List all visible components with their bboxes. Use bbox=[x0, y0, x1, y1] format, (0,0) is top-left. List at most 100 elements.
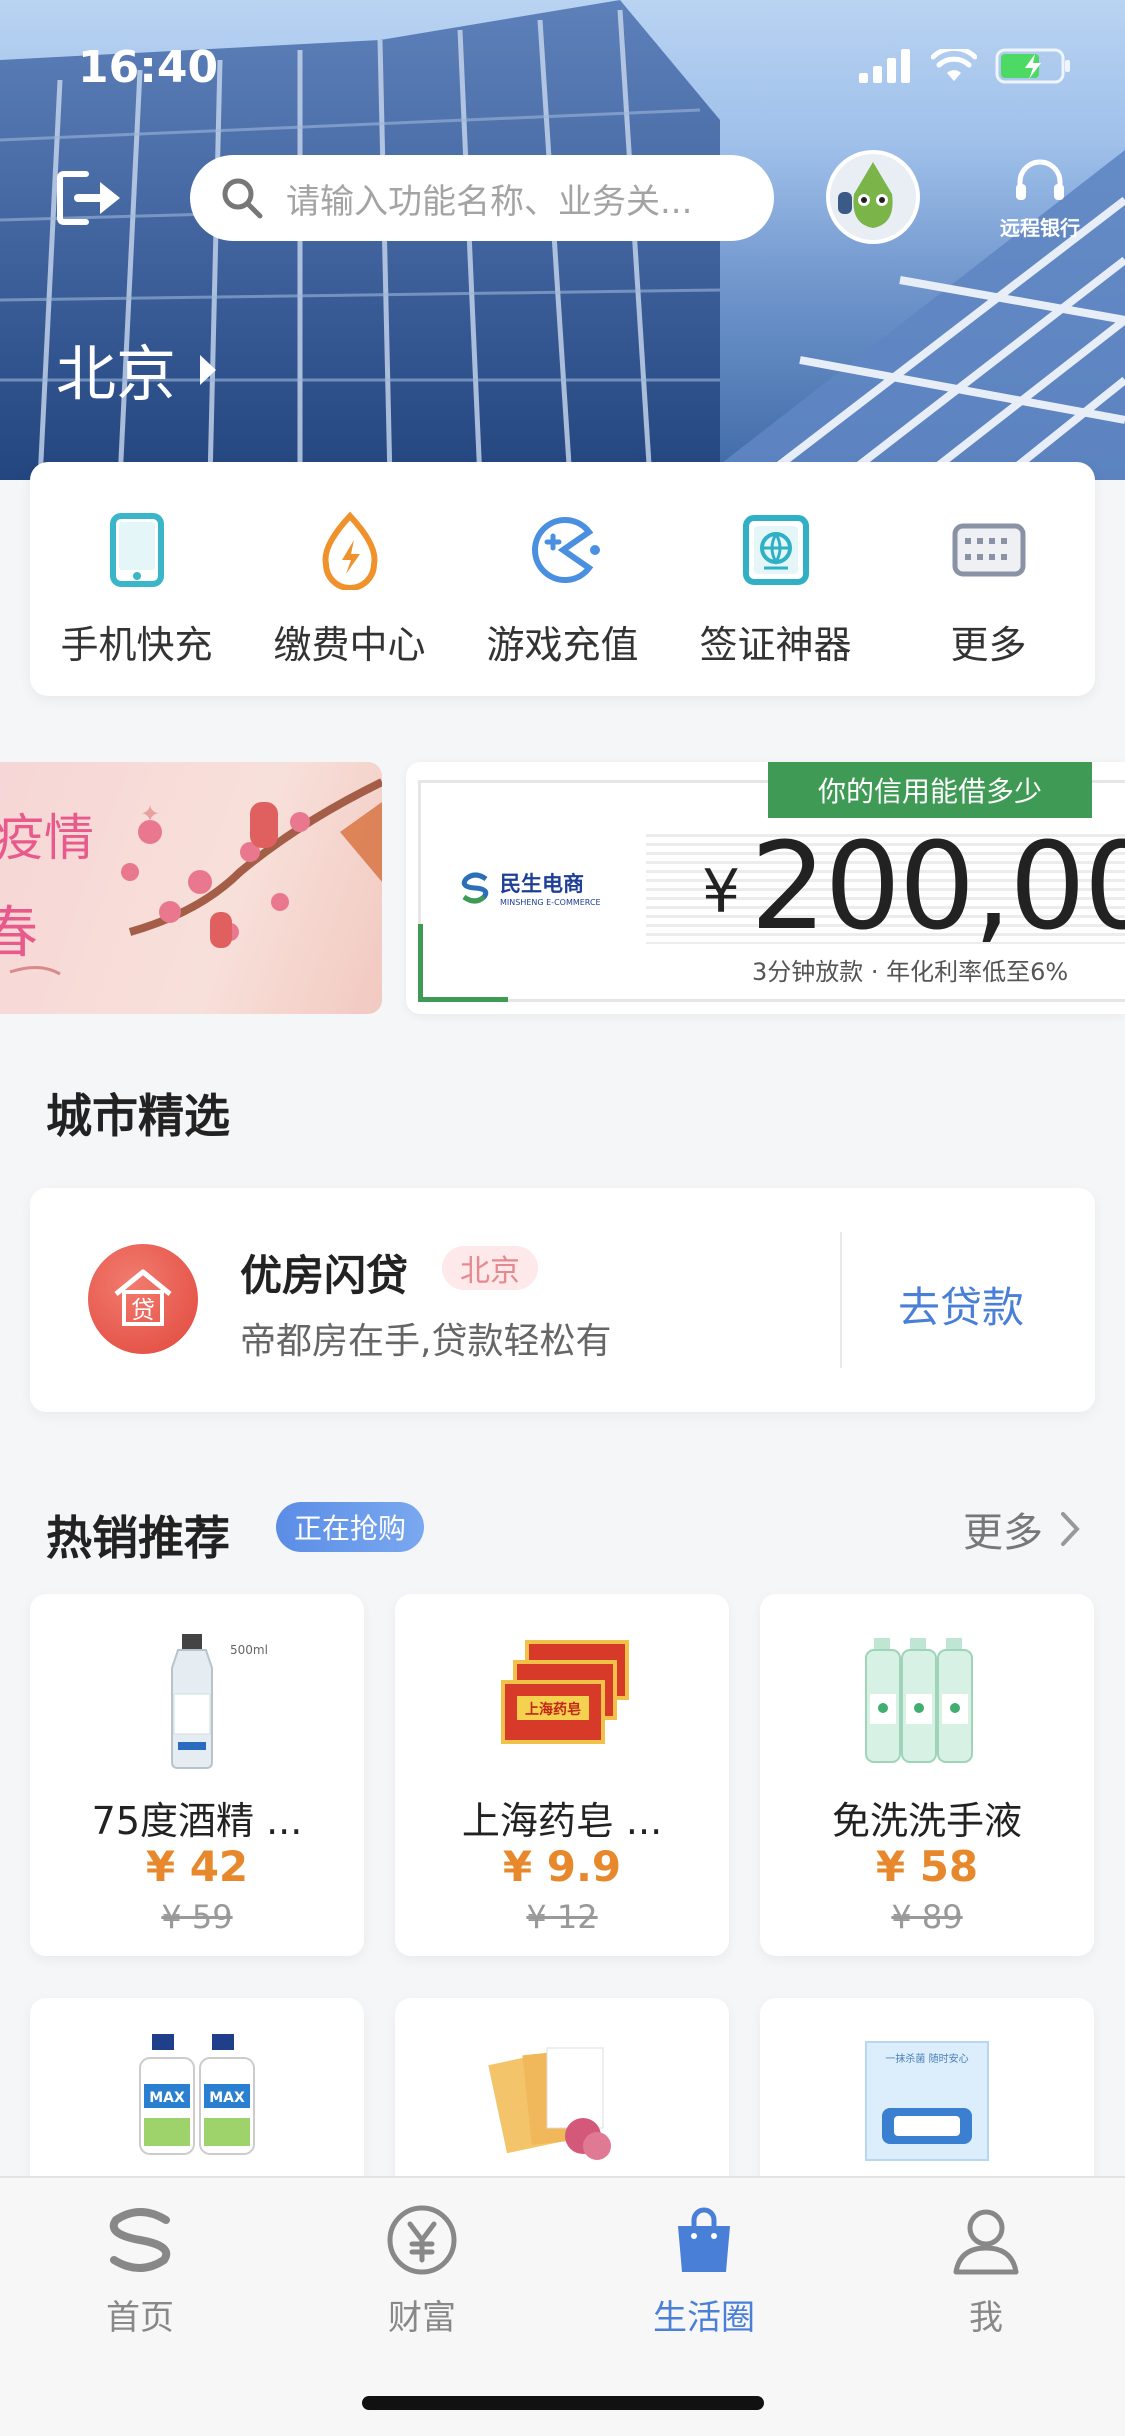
loan-icon: 贷 bbox=[88, 1244, 198, 1354]
product-card[interactable]: MAX MAX bbox=[30, 1998, 364, 2198]
tab-label: 首页 bbox=[106, 2298, 174, 2338]
section-title-city: 城市精选 bbox=[46, 1089, 230, 1143]
tab-label: 我 bbox=[969, 2298, 1003, 2338]
detergent-image: MAX MAX bbox=[139, 2034, 255, 2155]
house-loan-icon: 贷 bbox=[114, 1269, 172, 1326]
tab-me[interactable]: 我 bbox=[886, 2200, 1086, 2339]
flame-bolt-icon bbox=[322, 511, 377, 590]
quick-menu: 手机快充 缴费中心 游戏充值 签证神器 更多 bbox=[30, 462, 1095, 696]
game-icon bbox=[531, 517, 600, 583]
alcohol-bottle-image: 500ml bbox=[171, 1634, 268, 1769]
city-name: 北京 bbox=[56, 340, 176, 410]
hand-sanitizer-image bbox=[865, 1638, 973, 1763]
product-name: 75度酒精 ... bbox=[91, 1799, 303, 1843]
tab-home[interactable]: 首页 bbox=[40, 2200, 240, 2339]
brand-subname: MINSHENG E-COMMERCE bbox=[500, 898, 601, 907]
go-loan-button[interactable]: 去贷款 bbox=[898, 1274, 1024, 1335]
loan-amount: ¥200,000 bbox=[702, 818, 1125, 957]
loan-card[interactable]: 贷 优房闪贷 北京 帝都房在手,贷款轻松有 去贷款 bbox=[30, 1188, 1095, 1412]
remote-bank-label: 远程银行 bbox=[1000, 216, 1080, 240]
product-old-price: ¥ 89 bbox=[891, 1898, 963, 1936]
logout-icon[interactable] bbox=[56, 168, 128, 228]
keyboard-icon bbox=[952, 523, 1025, 577]
svg-text:上海药皂: 上海药皂 bbox=[525, 1701, 581, 1718]
home-indicator[interactable] bbox=[362, 2396, 764, 2410]
quick-item-game-recharge[interactable]: 游戏充值 bbox=[456, 462, 669, 696]
product-card[interactable]: 一抹杀菌 随时安心 bbox=[760, 1998, 1094, 2198]
divider bbox=[840, 1232, 842, 1368]
banner-tag: 你的信用能借多少 bbox=[768, 762, 1092, 818]
banner-corner bbox=[418, 924, 508, 1002]
home-logo-icon bbox=[109, 2208, 171, 2272]
banner-epidemic[interactable]: 疫情 春 ✦ bbox=[0, 762, 382, 1014]
tab-wealth[interactable]: 财富 bbox=[322, 2200, 522, 2339]
user-icon bbox=[953, 2209, 1019, 2275]
quick-item-phone-recharge[interactable]: 手机快充 bbox=[30, 462, 243, 696]
quick-item-label: 手机快充 bbox=[60, 623, 213, 667]
search-placeholder: 请输入功能名称、业务关... bbox=[286, 181, 693, 222]
product-old-price: ¥ 59 bbox=[161, 1898, 233, 1936]
city-selector[interactable]: 北京 bbox=[56, 326, 218, 413]
yuan-icon bbox=[387, 2205, 457, 2275]
status-icons bbox=[859, 48, 1073, 84]
product-price: ¥ 58 bbox=[875, 1842, 979, 1891]
quick-item-more[interactable]: 更多 bbox=[882, 462, 1095, 696]
product-price: ¥ 9.9 bbox=[502, 1842, 622, 1891]
battery-charging-icon bbox=[995, 48, 1070, 84]
mascot-avatar-icon bbox=[838, 162, 893, 228]
svg-text:MAX: MAX bbox=[209, 2090, 245, 2106]
tab-label: 财富 bbox=[388, 2298, 456, 2338]
amount-value: 200,000 bbox=[750, 818, 1125, 957]
loan-title: 优房闪贷 bbox=[240, 1251, 409, 1300]
product-old-price: ¥ 12 bbox=[526, 1898, 598, 1936]
svg-text:MAX: MAX bbox=[149, 2090, 185, 2106]
product-card[interactable]: 免洗洗手液 ¥ 58 ¥ 89 bbox=[760, 1594, 1094, 1956]
avatar[interactable] bbox=[826, 150, 920, 244]
product-name: 上海药皂 ... bbox=[461, 1799, 663, 1843]
banner-subtitle: 3分钟放款 · 年化利率低至6% bbox=[752, 958, 1069, 986]
quick-item-label: 缴费中心 bbox=[273, 623, 426, 667]
banner-credit-loan[interactable]: 你的信用能借多少 民生电商 MINSHENG E-COMMERCE ¥200,0… bbox=[406, 762, 1125, 1014]
caret-right-icon bbox=[200, 354, 216, 385]
status-time: 16:40 bbox=[78, 42, 219, 93]
hot-badge: 正在抢购 bbox=[276, 1502, 425, 1552]
product-name: 免洗洗手液 bbox=[831, 1799, 1022, 1843]
signal-icon bbox=[859, 49, 910, 83]
brand-logo: 民生电商 MINSHENG E-COMMERCE bbox=[458, 868, 601, 907]
product-card[interactable]: 上海药皂 上海药皂 ... ¥ 9.9 ¥ 12 bbox=[395, 1594, 729, 1956]
passport-icon bbox=[742, 515, 809, 585]
phone-icon bbox=[109, 513, 164, 587]
svg-text:一抹杀菌 随时安心: 一抹杀菌 随时安心 bbox=[885, 2052, 968, 2065]
quick-item-payment-center[interactable]: 缴费中心 bbox=[243, 462, 456, 696]
svg-text:500ml: 500ml bbox=[230, 1643, 268, 1657]
soap-box-image: 上海药皂 bbox=[501, 1640, 629, 1744]
loan-description: 帝都房在手,贷款轻松有 bbox=[240, 1321, 612, 1362]
currency-symbol: ¥ bbox=[702, 857, 740, 927]
search-input[interactable]: 请输入功能名称、业务关... bbox=[190, 155, 774, 241]
svg-text:✦: ✦ bbox=[140, 800, 160, 828]
remote-bank-button[interactable]: 远程银行 bbox=[985, 158, 1095, 240]
quick-item-label: 签证神器 bbox=[699, 623, 852, 667]
quick-item-label: 游戏充值 bbox=[486, 623, 639, 667]
chevron-right-icon bbox=[1061, 1512, 1080, 1546]
search-icon bbox=[222, 178, 263, 219]
quick-item-label: 更多 bbox=[950, 623, 1027, 667]
minsheng-logo-icon bbox=[461, 872, 489, 903]
svg-text:贷: 贷 bbox=[131, 1296, 155, 1324]
plum-blossom-illustration: ✦ bbox=[9, 778, 382, 976]
section-title-hot: 热销推荐 bbox=[46, 1511, 230, 1565]
mask-pack-image bbox=[488, 2047, 611, 2160]
brand-name: 民生电商 bbox=[500, 872, 584, 896]
product-card[interactable] bbox=[395, 1998, 729, 2198]
loan-city-tag: 北京 bbox=[442, 1246, 538, 1290]
tab-label: 生活圈 bbox=[653, 2298, 755, 2338]
product-card[interactable]: 500ml 75度酒精 ... ¥ 42 ¥ 59 bbox=[30, 1594, 364, 1956]
wipes-image: 一抹杀菌 随时安心 bbox=[865, 2041, 989, 2161]
shopping-bag-icon bbox=[678, 2207, 730, 2272]
wifi-icon bbox=[931, 49, 977, 81]
headset-icon bbox=[1016, 159, 1064, 200]
product-price: ¥ 42 bbox=[145, 1842, 249, 1891]
quick-item-visa-tool[interactable]: 签证神器 bbox=[669, 462, 882, 696]
tab-life-circle[interactable]: 生活圈 bbox=[604, 2200, 804, 2339]
hot-more-link[interactable]: 更多 bbox=[963, 1500, 1081, 1558]
